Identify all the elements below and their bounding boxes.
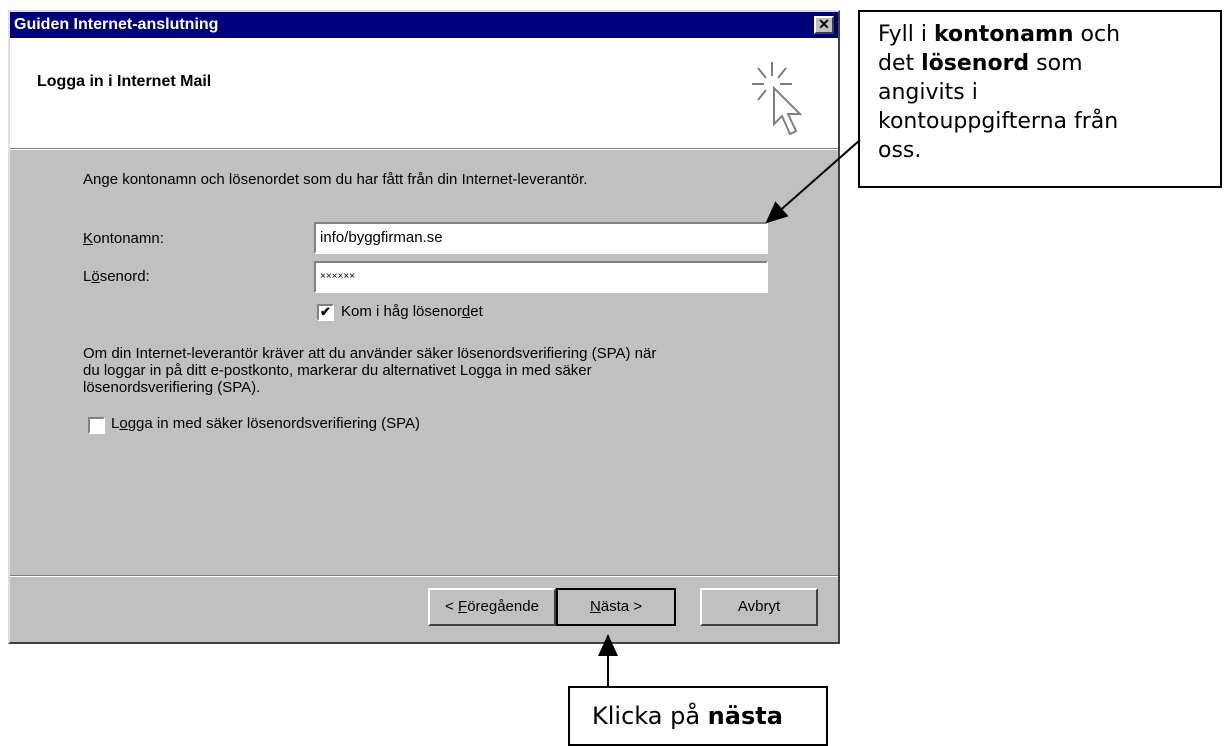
spa-info-line-2: du loggar in på ditt e-postkonto, marker… [83,362,592,379]
callout-top-line-5: oss. [878,138,922,163]
callout-top-line-3: angivits i [878,80,978,105]
cancel-button[interactable]: Avbryt [700,588,818,626]
callout-top-line-2: det lösenord som [878,51,1083,76]
close-button[interactable]: ✕ [814,16,834,34]
remember-password-label: Kom i håg lösenordet [341,303,483,320]
title-bar[interactable]: Guiden Internet-anslutning ✕ [10,12,838,38]
password-label: Lösenord: [83,268,150,285]
spa-info-line-1: Om din Internet-leverantör kräver att du… [83,345,657,362]
spa-checkbox-label: Logga in med säker lösenordsverifiering … [111,415,421,432]
header-panel: Logga in i Internet Mail [10,38,838,148]
next-button[interactable]: Nästa > [556,588,676,626]
close-icon: ✕ [818,16,830,32]
remember-password-checkbox[interactable]: ✔ [317,304,334,321]
spa-info-line-3: lösenordsverifiering (SPA). [83,379,261,396]
cursor-sparkle-icon [752,62,803,136]
account-label: Kontonamn: [83,230,164,247]
callout-top-line-4: kontouppgifterna från [878,109,1119,134]
instruction-text: Ange kontonamn och lösenordet som du har… [83,171,588,188]
header-separator [10,148,838,150]
password-input[interactable]: ×××××× [314,261,768,293]
wizard-dialog: Guiden Internet-anslutning ✕ Logga in i … [8,10,840,644]
account-name-input[interactable]: info/byggfirman.se [314,222,768,254]
callout-bottom: Klicka på nästa [568,686,828,746]
callout-top: Fyll i kontonamn och det lösenord som an… [858,10,1222,188]
callout-top-line-1: Fyll i kontonamn och [878,22,1121,47]
page-title: Logga in i Internet Mail [37,73,212,90]
back-button[interactable]: < Föregående [428,588,556,626]
footer-separator [10,575,838,577]
window-title: Guiden Internet-anslutning [14,16,219,33]
spa-checkbox[interactable] [88,417,105,434]
